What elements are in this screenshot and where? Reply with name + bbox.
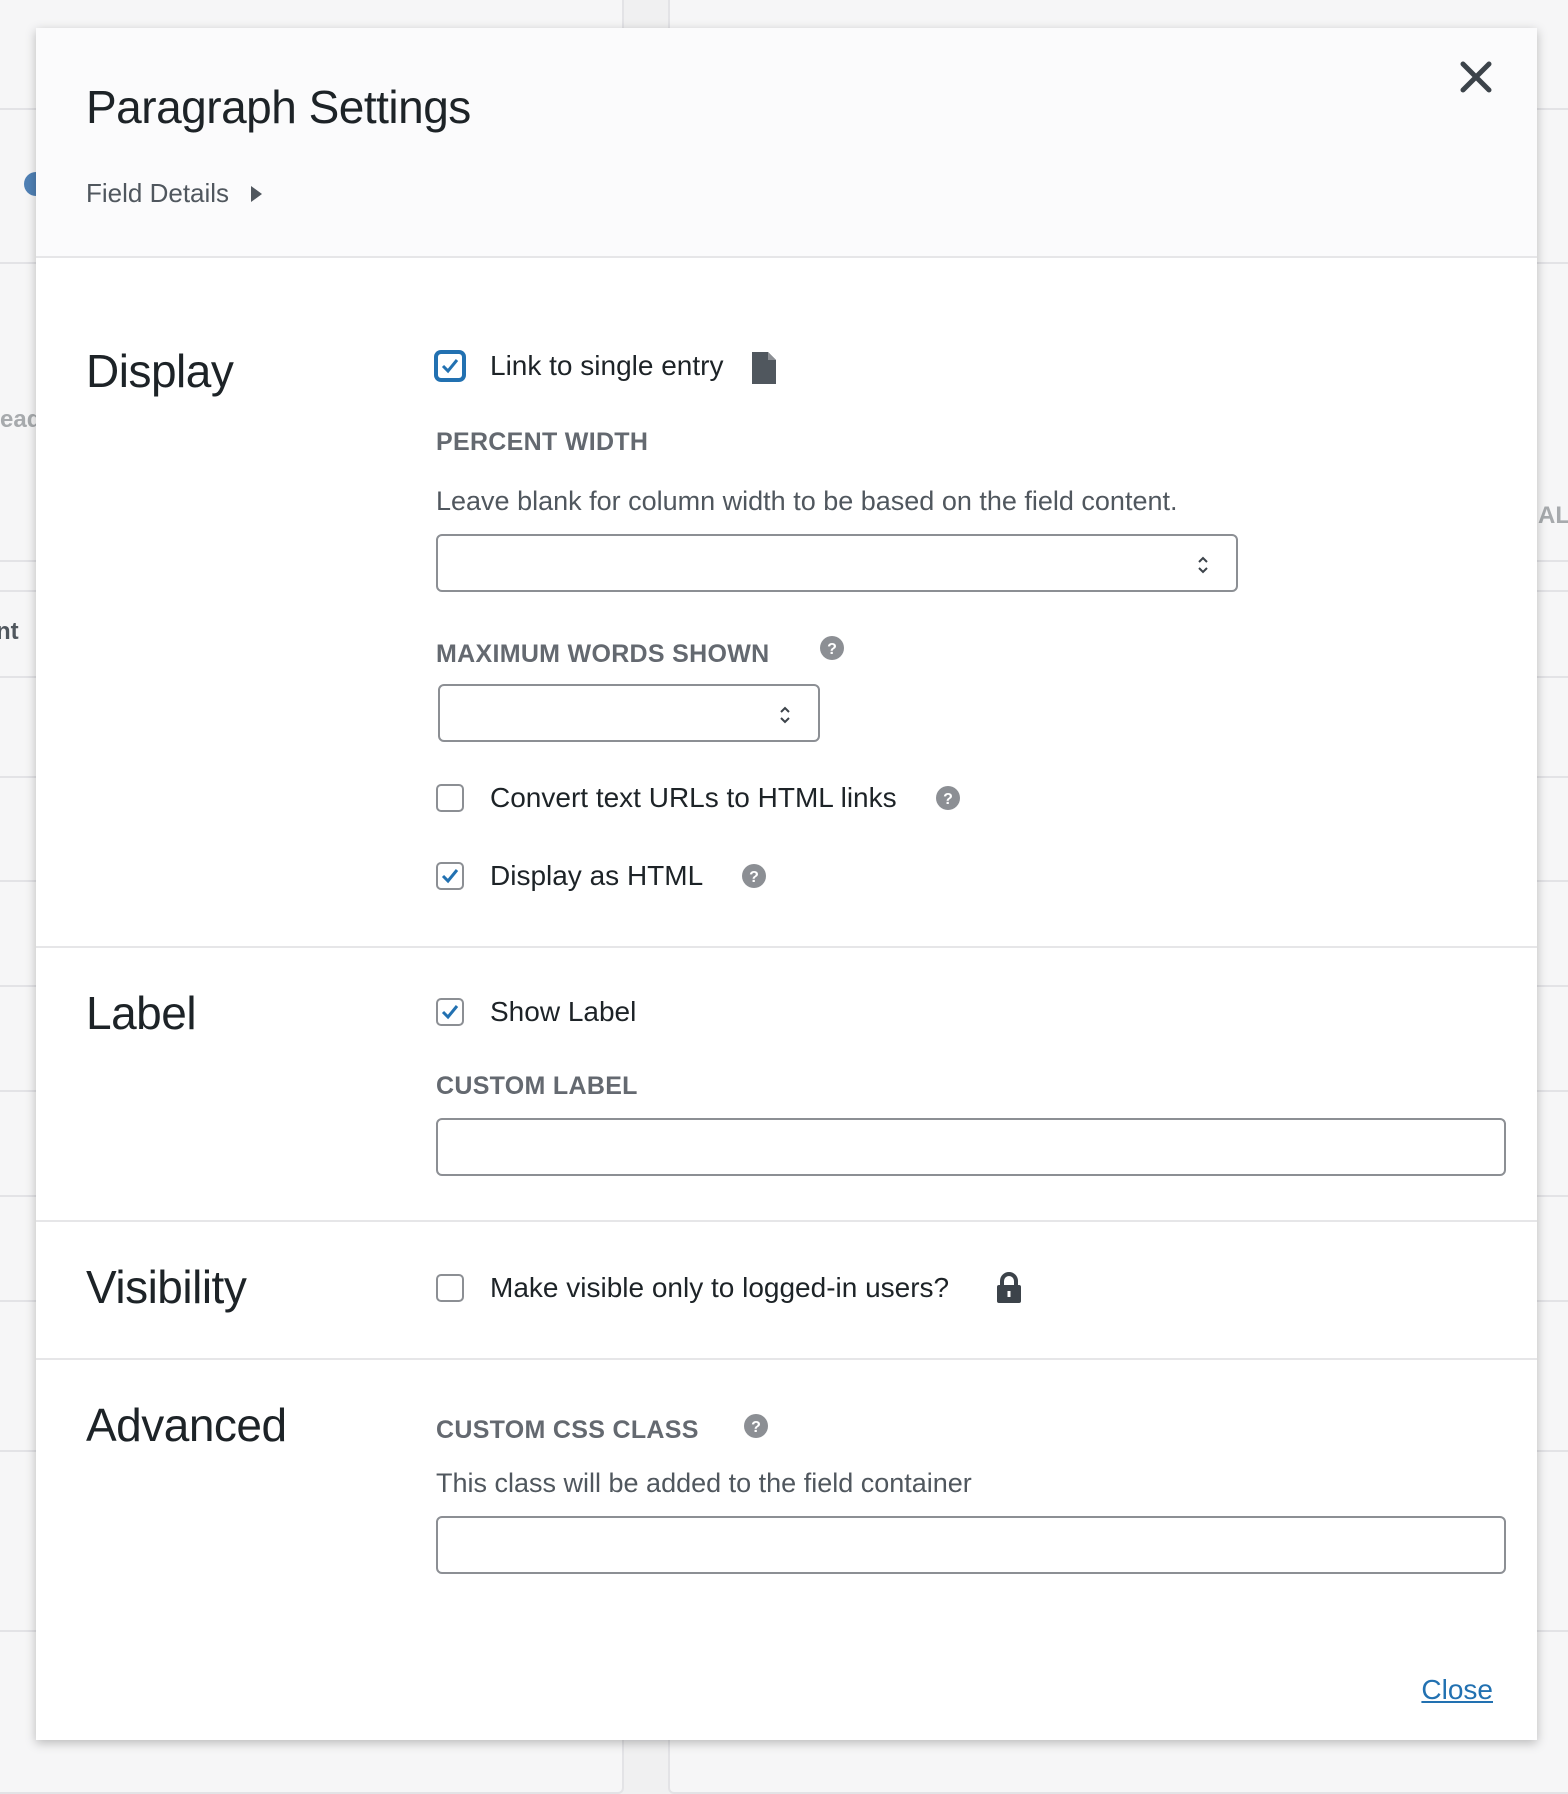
close-icon[interactable] <box>1455 56 1497 98</box>
help-icon[interactable]: ? <box>936 786 960 810</box>
paragraph-settings-modal: Paragraph Settings Field Details Display… <box>36 28 1537 1740</box>
convert-urls-label: Convert text URLs to HTML links <box>490 782 897 813</box>
svg-text:?: ? <box>751 1419 761 1436</box>
caret-right-icon <box>251 185 263 202</box>
css-class-label: Custom CSS Class <box>436 1416 699 1444</box>
percent-width-label: Percent Width <box>436 428 649 456</box>
link-single-entry-label: Link to single entry <box>490 350 724 381</box>
help-icon[interactable]: ? <box>742 864 766 888</box>
display-html-label: Display as HTML <box>490 860 704 891</box>
logged-in-only-label: Make visible only to logged-in users? <box>490 1272 950 1303</box>
css-class-description: This class will be added to the field co… <box>436 1468 972 1498</box>
percent-width-description: Leave blank for column width to be based… <box>436 486 1178 516</box>
modal-header: Paragraph Settings Field Details <box>36 28 1537 258</box>
max-words-label: Maximum Words Shown <box>436 640 770 668</box>
section-title-display: Display <box>86 345 234 397</box>
bg-text-fragment: AL <box>1538 502 1568 529</box>
bg-text-fragment: nt <box>0 618 19 645</box>
section-title-advanced: Advanced <box>86 1399 287 1451</box>
convert-urls-checkbox[interactable] <box>436 784 464 812</box>
display-html-checkbox[interactable] <box>436 862 464 890</box>
document-icon <box>752 352 776 389</box>
svg-text:?: ? <box>749 869 759 886</box>
close-link[interactable]: Close <box>1421 1674 1493 1706</box>
visibility-section: Visibility Make visible only to logged-i… <box>36 1220 1537 1360</box>
css-class-input[interactable] <box>436 1516 1506 1574</box>
max-words-input[interactable] <box>438 684 820 742</box>
advanced-section: Advanced Custom CSS Class ? This class w… <box>36 1358 1537 1742</box>
lock-icon <box>997 1272 1021 1303</box>
spinner-icon[interactable] <box>1196 552 1210 578</box>
custom-label-label: Custom Label <box>436 1072 638 1100</box>
spinner-icon[interactable] <box>778 702 792 728</box>
field-details-label: Field Details <box>86 178 230 208</box>
label-section: Label Show Label Custom Label <box>36 946 1537 1222</box>
logged-in-only-checkbox[interactable] <box>436 1274 464 1302</box>
custom-label-input[interactable] <box>436 1118 1506 1176</box>
svg-text:?: ? <box>827 641 837 658</box>
svg-text:?: ? <box>943 791 953 808</box>
percent-width-input[interactable] <box>436 534 1238 592</box>
link-single-entry-checkbox[interactable] <box>436 352 464 380</box>
section-title-visibility: Visibility <box>86 1261 247 1313</box>
show-label-label: Show Label <box>490 996 637 1027</box>
show-label-checkbox[interactable] <box>436 998 464 1026</box>
modal-title: Paragraph Settings <box>86 81 471 133</box>
field-details-toggle[interactable]: Field Details <box>86 178 263 209</box>
help-icon[interactable]: ? <box>820 636 844 660</box>
section-title-label: Label <box>86 987 197 1039</box>
display-section: Display Link to single entry Percent Wid… <box>36 256 1537 946</box>
help-icon[interactable]: ? <box>744 1414 768 1438</box>
